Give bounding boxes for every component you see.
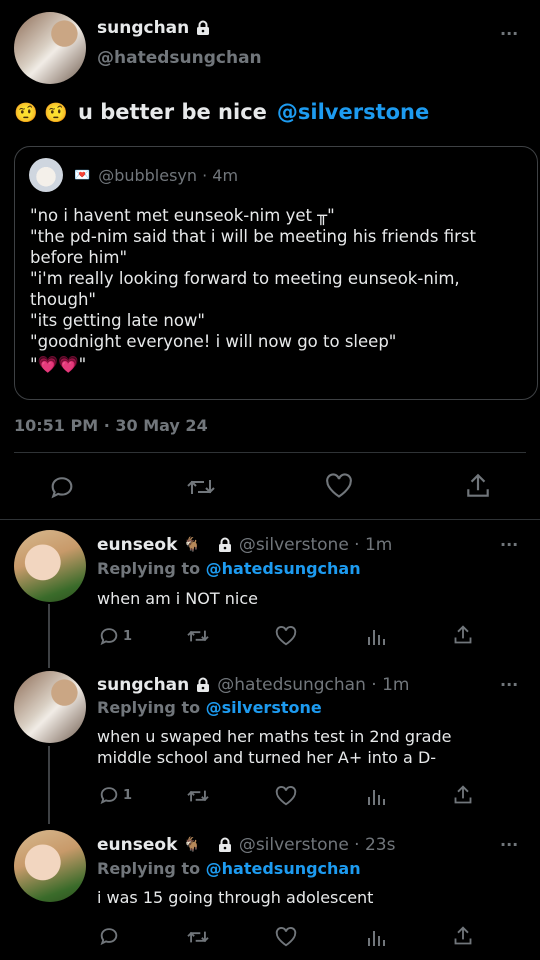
author-display-name[interactable]: sungchan bbox=[97, 18, 189, 38]
replying-to-link[interactable]: @hatedsungchan bbox=[206, 559, 361, 578]
retweet-icon[interactable] bbox=[186, 626, 210, 646]
replying-to-label: Replying to bbox=[97, 698, 201, 717]
reply-avatar[interactable] bbox=[14, 830, 86, 902]
reply-text: i was 15 going through adolescent bbox=[97, 888, 374, 907]
author-avatar[interactable] bbox=[14, 12, 86, 84]
analytics-icon[interactable] bbox=[366, 626, 386, 646]
reply-count: 1 bbox=[123, 628, 133, 644]
more-options-icon[interactable]: ··· bbox=[500, 835, 518, 854]
goat-emoji: 🐐 bbox=[183, 837, 201, 853]
lock-icon bbox=[195, 20, 211, 36]
quote-line: "i'm really looking forward to meeting e… bbox=[30, 269, 460, 288]
reply-handle-time[interactable]: @silverstone · 1m bbox=[239, 535, 393, 555]
divider bbox=[14, 452, 526, 453]
quote-line: "its getting late now" bbox=[30, 311, 206, 330]
like-icon[interactable] bbox=[325, 473, 353, 499]
quoted-author-flag: 💌 bbox=[74, 168, 91, 183]
reply-icon[interactable]: 1 bbox=[98, 784, 132, 806]
quote-line: before him" bbox=[30, 248, 128, 267]
divider bbox=[0, 519, 540, 520]
thread-connector bbox=[48, 746, 50, 824]
thread-connector bbox=[48, 604, 50, 668]
replying-to-label: Replying to bbox=[97, 559, 201, 578]
replying-to-link[interactable]: @silverstone bbox=[206, 698, 322, 717]
author-handle[interactable]: @hatedsungchan bbox=[97, 48, 262, 68]
replying-to-label: Replying to bbox=[97, 859, 201, 878]
tweet-text: 🤨 🤨 u better be nice @silverstone bbox=[14, 100, 429, 124]
share-icon[interactable] bbox=[453, 784, 473, 806]
more-options-icon[interactable]: ··· bbox=[500, 24, 518, 43]
like-icon[interactable] bbox=[275, 926, 297, 948]
tweet-mention-link[interactable]: @silverstone bbox=[277, 100, 429, 124]
analytics-icon[interactable] bbox=[366, 786, 386, 806]
like-icon[interactable] bbox=[275, 785, 297, 807]
reply-avatar[interactable] bbox=[14, 671, 86, 743]
tweet-emoji: 🤨 🤨 bbox=[14, 101, 68, 124]
reply-count: 1 bbox=[123, 787, 133, 803]
retweet-icon[interactable] bbox=[186, 927, 210, 947]
tweet-body: u better be nice bbox=[77, 100, 267, 124]
lock-icon bbox=[195, 677, 211, 693]
reply-icon[interactable]: 1 bbox=[98, 625, 132, 647]
reply-display-name[interactable]: sungchan bbox=[97, 675, 189, 695]
reply-icon[interactable] bbox=[48, 473, 76, 501]
retweet-icon[interactable] bbox=[186, 474, 216, 500]
analytics-icon[interactable] bbox=[366, 927, 386, 947]
reply-text-line: when u swaped her maths test in 2nd grad… bbox=[97, 727, 452, 746]
quoted-handle-time[interactable]: @bubblesyn · 4m bbox=[98, 166, 238, 185]
share-icon[interactable] bbox=[465, 472, 491, 500]
quote-line: though" bbox=[30, 290, 96, 309]
quote-line: "the pd-nim said that i will be meeting … bbox=[30, 227, 476, 246]
reply-display-name[interactable]: eunseok bbox=[97, 535, 177, 555]
reply-handle-time[interactable]: @silverstone · 23s bbox=[239, 835, 396, 855]
share-icon[interactable] bbox=[453, 925, 473, 947]
reply-display-name[interactable]: eunseok bbox=[97, 835, 177, 855]
share-icon[interactable] bbox=[453, 624, 473, 646]
reply-icon[interactable] bbox=[98, 925, 120, 947]
more-options-icon[interactable]: ··· bbox=[500, 535, 518, 554]
lock-icon bbox=[217, 837, 233, 853]
goat-emoji: 🐐 bbox=[183, 537, 201, 553]
quote-line: "💗💗" bbox=[30, 355, 87, 374]
reply-avatar[interactable] bbox=[14, 530, 86, 602]
retweet-icon[interactable] bbox=[186, 786, 210, 806]
lock-icon bbox=[217, 537, 233, 553]
like-icon[interactable] bbox=[275, 625, 297, 647]
reply-text-line: middle school and turned her A+ into a D… bbox=[97, 748, 437, 767]
quote-line: "goodnight everyone! i will now go to sl… bbox=[30, 332, 397, 351]
quoted-author-avatar[interactable] bbox=[29, 158, 63, 192]
replying-to-link[interactable]: @hatedsungchan bbox=[206, 859, 361, 878]
reply-handle-time[interactable]: @hatedsungchan · 1m bbox=[217, 675, 409, 695]
quote-line: "no i havent met eunseok-nim yet ╥" bbox=[30, 206, 335, 225]
tweet-timestamp[interactable]: 10:51 PM · 30 May 24 bbox=[14, 416, 208, 435]
more-options-icon[interactable]: ··· bbox=[500, 675, 518, 694]
reply-text: when am i NOT nice bbox=[97, 589, 258, 608]
